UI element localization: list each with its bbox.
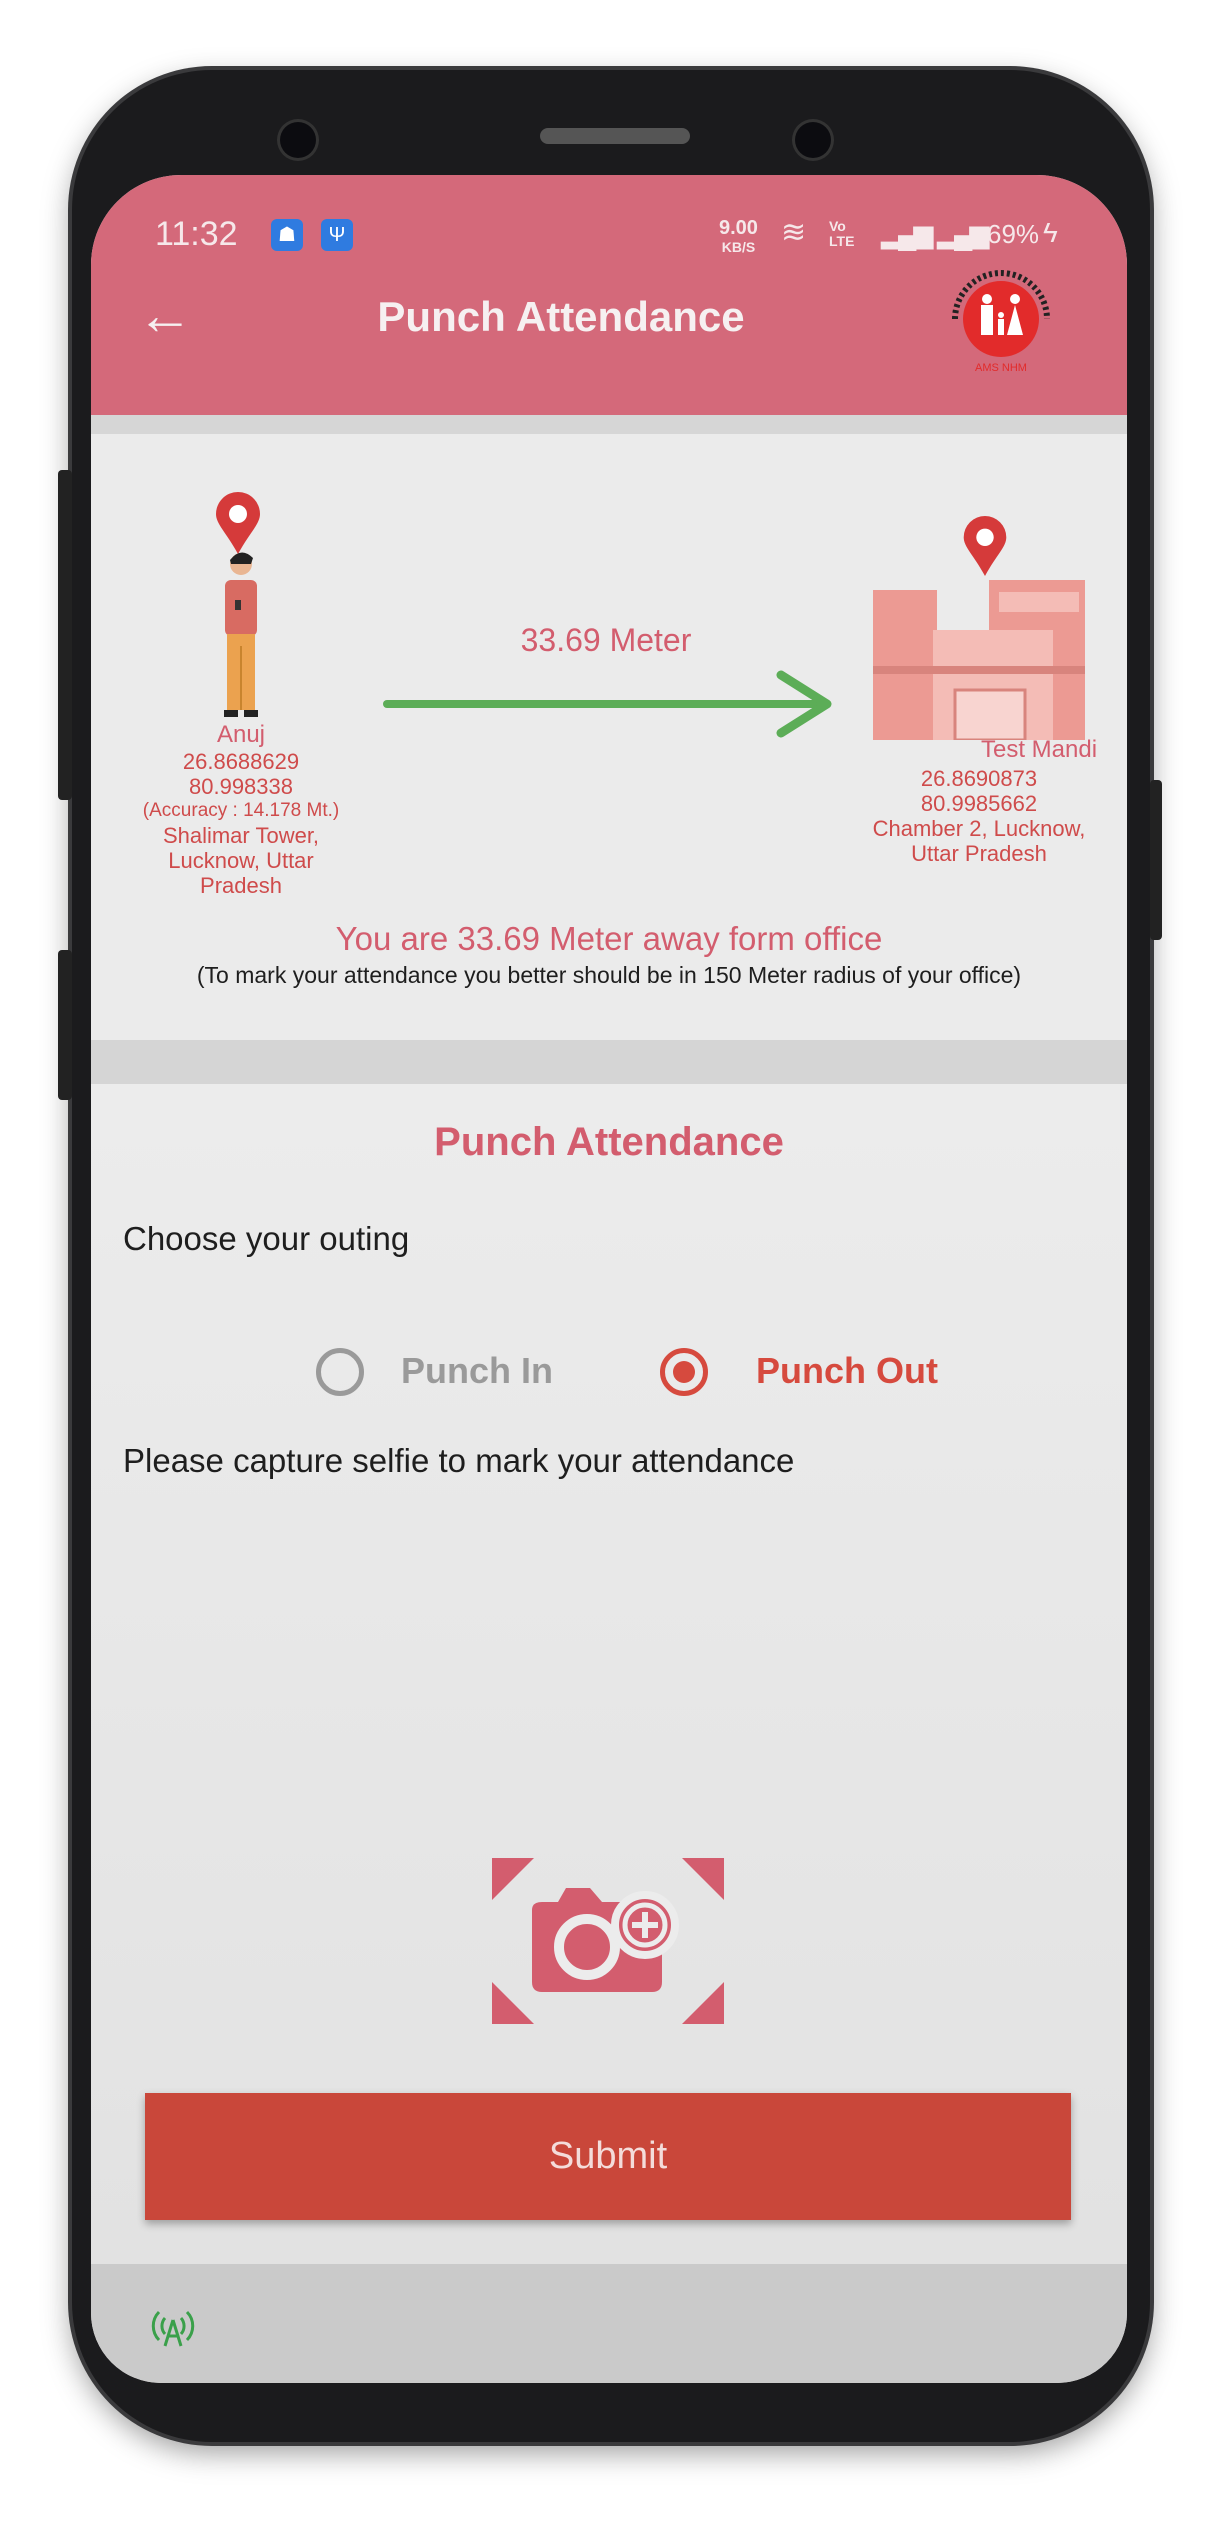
charging-icon: ϟ bbox=[1043, 217, 1058, 248]
person-illustration bbox=[224, 552, 258, 717]
office-longitude: 80.9985662 bbox=[920, 791, 1038, 816]
user-longitude: 80.998338 bbox=[189, 774, 293, 799]
battery-level: 69% bbox=[987, 219, 1040, 249]
punch-out-label[interactable]: Punch Out bbox=[756, 1350, 938, 1392]
nhm-logo: AMS NHM bbox=[941, 267, 1061, 387]
outing-label: Choose your outing bbox=[123, 1220, 410, 1257]
attendance-form: Punch Attendance Choose your outing Punc… bbox=[91, 1084, 1127, 2264]
signal-icon-2: ▂▄▆ bbox=[937, 219, 989, 249]
net-speed-unit: KB/S bbox=[721, 239, 756, 255]
app-header: 11:32 ☗ Ψ 9.00 KB/S ≋ Vo LTE ▂▄▆ ▂▄▆ 69% … bbox=[91, 175, 1127, 415]
usb-icon: Ψ bbox=[321, 219, 353, 251]
volume-button bbox=[58, 470, 72, 800]
signal-icon-1: ▂▄▆ bbox=[881, 219, 933, 249]
power-button bbox=[1150, 780, 1162, 940]
net-speed: 9.00 KB/S bbox=[719, 217, 758, 256]
office-latitude: 26.8690873 bbox=[920, 766, 1038, 791]
radio-unchecked-icon[interactable] bbox=[316, 1348, 364, 1396]
wifi-icon: ≋ bbox=[781, 216, 807, 249]
back-arrow-icon[interactable]: ← bbox=[137, 287, 193, 343]
front-camera bbox=[280, 122, 316, 158]
iris-sensor bbox=[795, 122, 831, 158]
radio-checked-icon[interactable] bbox=[660, 1348, 708, 1396]
network-antenna-icon bbox=[151, 2310, 195, 2347]
user-accuracy: (Accuracy : 14.178 Mt.) bbox=[142, 800, 340, 821]
form-heading: Punch Attendance bbox=[434, 1120, 784, 1164]
volte-icon: Vo LTE bbox=[829, 218, 855, 249]
user-address: Shalimar Tower, Lucknow, Uttar Pradesh bbox=[162, 823, 320, 898]
speaker-grille bbox=[540, 128, 690, 144]
selfie-label: Please capture selfie to mark your atten… bbox=[123, 1442, 795, 1479]
user-location-pin-icon bbox=[216, 492, 260, 554]
bixby-button bbox=[58, 950, 72, 1100]
office-location-pin-icon bbox=[963, 516, 1007, 576]
radius-note: (To mark your attendance you better shou… bbox=[196, 962, 1022, 988]
net-speed-value: 9.00 bbox=[719, 217, 758, 239]
app-screen: 11:32 ☗ Ψ 9.00 KB/S ≋ Vo LTE ▂▄▆ ▂▄▆ 69% … bbox=[91, 175, 1127, 2383]
distance-label: 33.69 Meter bbox=[520, 622, 692, 658]
office-building-illustration bbox=[873, 580, 1085, 740]
bottom-bar bbox=[91, 2264, 1127, 2383]
distance-message: You are 33.69 Meter away form office bbox=[335, 920, 883, 957]
capture-selfie-camera-icon[interactable] bbox=[492, 1858, 724, 2024]
radio-punch-out[interactable]: Punch Out bbox=[660, 1342, 1020, 1402]
user-name: Anuj bbox=[216, 721, 266, 748]
punch-in-label[interactable]: Punch In bbox=[401, 1350, 553, 1392]
office-address: Chamber 2, Lucknow, Uttar Pradesh bbox=[872, 816, 1086, 866]
svg-text:AMS NHM: AMS NHM bbox=[975, 362, 1027, 374]
android-icon: ☗ bbox=[271, 219, 303, 251]
section-divider bbox=[91, 1040, 1127, 1084]
status-time: 11:32 bbox=[155, 215, 238, 253]
divider bbox=[91, 415, 1127, 434]
page-title: Punch Attendance bbox=[377, 293, 745, 340]
direction-arrow-icon bbox=[383, 670, 832, 738]
submit-button[interactable]: Submit bbox=[145, 2093, 1071, 2220]
user-latitude: 26.8688629 bbox=[182, 749, 300, 774]
office-name: Test Mandi bbox=[980, 736, 1098, 763]
location-card: Anuj 26.8688629 80.998338 (Accuracy : 14… bbox=[91, 434, 1127, 1040]
